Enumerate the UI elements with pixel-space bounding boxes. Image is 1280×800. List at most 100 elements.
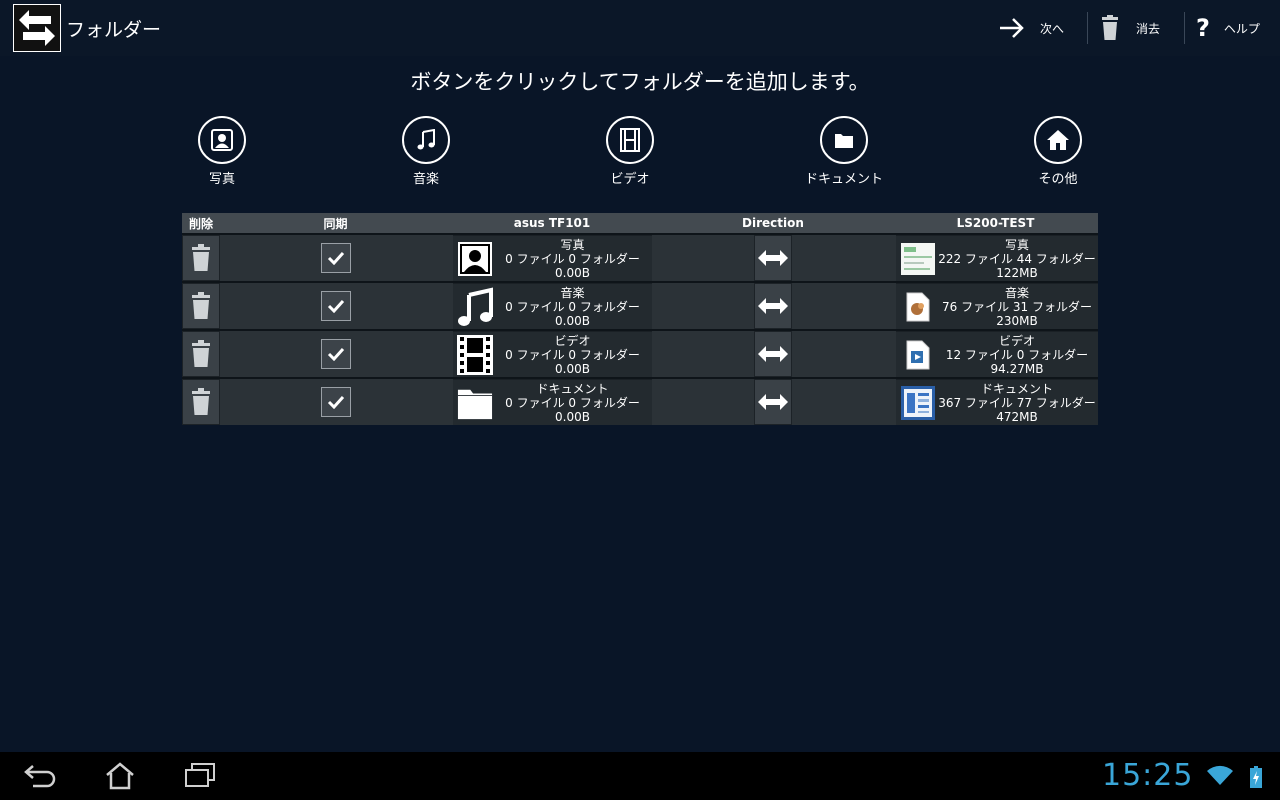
- table-row: 音楽 0 ファイル 0 フォルダー 0.00B 音楽 76 ファイル 31 フォ…: [182, 281, 1098, 329]
- trash-icon: [192, 340, 210, 367]
- add-music-button[interactable]: 音楽: [366, 116, 486, 187]
- add-photo-button[interactable]: 写真: [162, 116, 282, 187]
- video-icon: [606, 116, 654, 164]
- audio-file-icon: [900, 289, 936, 325]
- question-icon: ?: [1196, 14, 1210, 42]
- local-folder-name: ビデオ: [554, 333, 591, 348]
- back-button[interactable]: [20, 760, 60, 792]
- remote-folder-cell[interactable]: 音楽 76 ファイル 31 フォルダー 230MB: [896, 283, 1098, 329]
- bidirectional-arrow-icon: [758, 346, 788, 362]
- action-bar: フォルダー 次へ 消去 ? ヘルプ: [0, 0, 1280, 56]
- next-label: 次へ: [1040, 21, 1065, 36]
- next-button[interactable]: 次へ: [998, 0, 1064, 56]
- remote-folder-counts: 76 ファイル 31 フォルダー: [942, 299, 1092, 314]
- photo-thumbnail-icon: [900, 241, 936, 277]
- remote-folder-name: 写真: [1004, 237, 1029, 252]
- add-music-label: 音楽: [412, 172, 439, 187]
- add-video-button[interactable]: ビデオ: [570, 116, 690, 187]
- local-folder-cell[interactable]: 音楽 0 ファイル 0 フォルダー 0.00B: [453, 283, 652, 329]
- table-header: 削除 同期 asus TF101 Direction LS200-TEST: [182, 213, 1098, 233]
- wifi-icon: [1206, 764, 1234, 790]
- remote-folder-name: ビデオ: [998, 333, 1035, 348]
- sync-table: 削除 同期 asus TF101 Direction LS200-TEST 写真…: [182, 213, 1098, 425]
- local-folder-size: 0.00B: [555, 313, 590, 328]
- table-row: ビデオ 0 ファイル 0 フォルダー 0.00B ビデオ 12 ファイル 0 フ…: [182, 329, 1098, 377]
- folder-icon: [457, 385, 493, 421]
- local-folder-cell[interactable]: ドキュメント 0 ファイル 0 フォルダー 0.00B: [453, 379, 652, 425]
- photo-icon: [198, 116, 246, 164]
- recent-apps-button[interactable]: [180, 760, 220, 792]
- add-document-button[interactable]: ドキュメント: [784, 116, 904, 187]
- row-delete-button[interactable]: [182, 379, 220, 425]
- remote-folder-counts: 367 ファイル 77 フォルダー: [938, 395, 1096, 410]
- checkmark-icon: [320, 339, 351, 369]
- trash-icon: [192, 388, 210, 415]
- remote-folder-cell[interactable]: ドキュメント 367 ファイル 77 フォルダー 472MB: [896, 379, 1098, 425]
- local-folder-counts: 0 ファイル 0 フォルダー: [505, 347, 640, 362]
- delete-button[interactable]: 消去: [1098, 0, 1160, 56]
- page-title: フォルダー: [66, 19, 162, 41]
- local-folder-size: 0.00B: [555, 361, 590, 376]
- header-local: asus TF101: [513, 216, 591, 230]
- help-button[interactable]: ? ヘルプ: [1196, 0, 1260, 56]
- local-folder-size: 0.00B: [555, 409, 590, 424]
- trash-icon: [192, 292, 210, 319]
- bidirectional-arrow-icon: [758, 394, 788, 410]
- clock: 15:25: [1102, 758, 1194, 793]
- system-nav-bar: 15:25: [0, 752, 1280, 800]
- home-icon: [106, 762, 134, 790]
- bidirectional-arrow-icon: [758, 250, 788, 266]
- row-delete-button[interactable]: [182, 331, 220, 377]
- trash-icon: [1098, 15, 1122, 41]
- remote-folder-name: 音楽: [1004, 285, 1029, 300]
- remote-folder-cell[interactable]: 写真 222 ファイル 44 フォルダー 122MB: [896, 235, 1098, 281]
- divider: [1184, 12, 1185, 44]
- direction-button[interactable]: [754, 235, 792, 281]
- local-folder-cell[interactable]: ビデオ 0 ファイル 0 フォルダー 0.00B: [453, 331, 652, 377]
- back-icon: [24, 765, 56, 788]
- remote-folder-counts: 12 ファイル 0 フォルダー: [945, 347, 1089, 362]
- table-row: 写真 0 ファイル 0 フォルダー 0.00B 写真 222 ファイル 44 フ…: [182, 233, 1098, 281]
- video-file-icon: [900, 337, 936, 373]
- remote-folder-size: 230MB: [996, 313, 1038, 328]
- home-button[interactable]: [100, 760, 140, 792]
- direction-button[interactable]: [754, 331, 792, 377]
- checkmark-icon: [320, 291, 351, 321]
- checkmark-icon: [320, 387, 351, 417]
- battery-icon: [1250, 766, 1262, 792]
- help-label: ヘルプ: [1223, 21, 1260, 36]
- bidirectional-arrow-icon: [758, 298, 788, 314]
- local-folder-cell[interactable]: 写真 0 ファイル 0 フォルダー 0.00B: [453, 235, 652, 281]
- music-icon: [402, 116, 450, 164]
- header-direction: Direction: [742, 216, 804, 230]
- local-folder-name: 写真: [560, 237, 585, 252]
- remote-folder-cell[interactable]: ビデオ 12 ファイル 0 フォルダー 94.27MB: [896, 331, 1098, 377]
- row-delete-button[interactable]: [182, 235, 220, 281]
- remote-folder-size: 94.27MB: [990, 361, 1044, 376]
- sync-checkbox[interactable]: [320, 235, 351, 281]
- local-folder-counts: 0 ファイル 0 フォルダー: [505, 395, 640, 410]
- instruction-text: ボタンをクリックしてフォルダーを追加します。: [410, 70, 870, 94]
- direction-button[interactable]: [754, 283, 792, 329]
- contact-photo-icon: [457, 241, 493, 277]
- sync-checkbox[interactable]: [320, 379, 351, 425]
- add-document-label: ドキュメント: [804, 172, 883, 187]
- remote-folder-name: ドキュメント: [980, 381, 1053, 396]
- local-folder-name: ドキュメント: [536, 381, 609, 396]
- row-delete-button[interactable]: [182, 283, 220, 329]
- local-folder-size: 0.00B: [555, 265, 590, 280]
- remote-folder-size: 472MB: [996, 409, 1038, 424]
- divider: [1087, 12, 1088, 44]
- sync-checkbox[interactable]: [320, 331, 351, 377]
- delete-label: 消去: [1136, 21, 1161, 36]
- header-sync: 同期: [323, 216, 348, 231]
- sync-app-icon[interactable]: [13, 4, 61, 52]
- add-other-button[interactable]: その他: [998, 116, 1118, 187]
- sync-checkbox[interactable]: [320, 283, 351, 329]
- add-photo-label: 写真: [208, 172, 235, 187]
- header-delete: 削除: [188, 216, 213, 231]
- add-video-label: ビデオ: [610, 172, 650, 187]
- local-folder-name: 音楽: [560, 285, 585, 300]
- direction-button[interactable]: [754, 379, 792, 425]
- remote-folder-counts: 222 ファイル 44 フォルダー: [938, 251, 1096, 266]
